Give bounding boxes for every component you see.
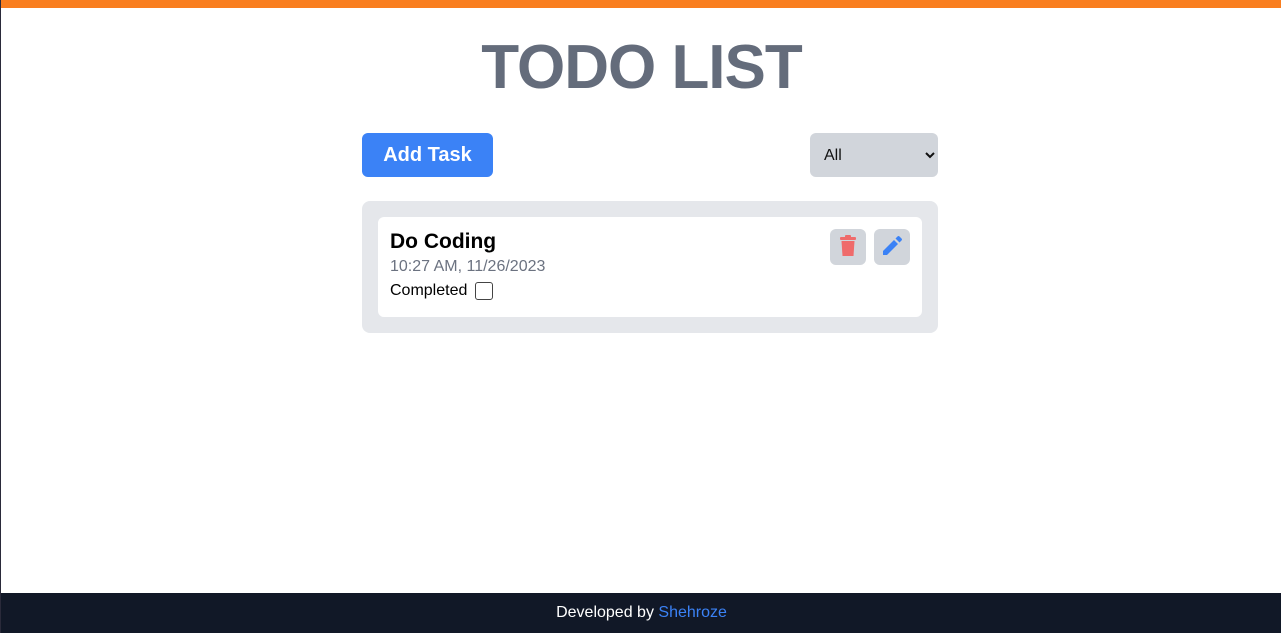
task-item: Do Coding 10:27 AM, 11/26/2023 Completed — [378, 217, 922, 317]
footer-credit-prefix: Developed by — [556, 604, 654, 621]
delete-task-button[interactable] — [830, 229, 866, 265]
pencil-icon — [881, 235, 903, 260]
edit-task-button[interactable] — [874, 229, 910, 265]
footer: Developed by Shehroze — [1, 593, 1281, 633]
status-filter-select[interactable]: All — [810, 133, 938, 177]
completed-checkbox[interactable] — [475, 282, 494, 300]
completed-label: Completed — [390, 282, 468, 299]
toolbar: Add Task All — [362, 133, 938, 177]
page-title: TODO LIST — [481, 33, 803, 102]
add-task-button[interactable]: Add Task — [362, 133, 493, 177]
trash-icon — [839, 234, 857, 260]
top-accent-bar — [1, 0, 1281, 8]
task-list: Do Coding 10:27 AM, 11/26/2023 Completed — [362, 201, 938, 333]
footer-author-link[interactable]: Shehroze — [658, 604, 727, 621]
task-status-row: Completed — [390, 281, 910, 301]
